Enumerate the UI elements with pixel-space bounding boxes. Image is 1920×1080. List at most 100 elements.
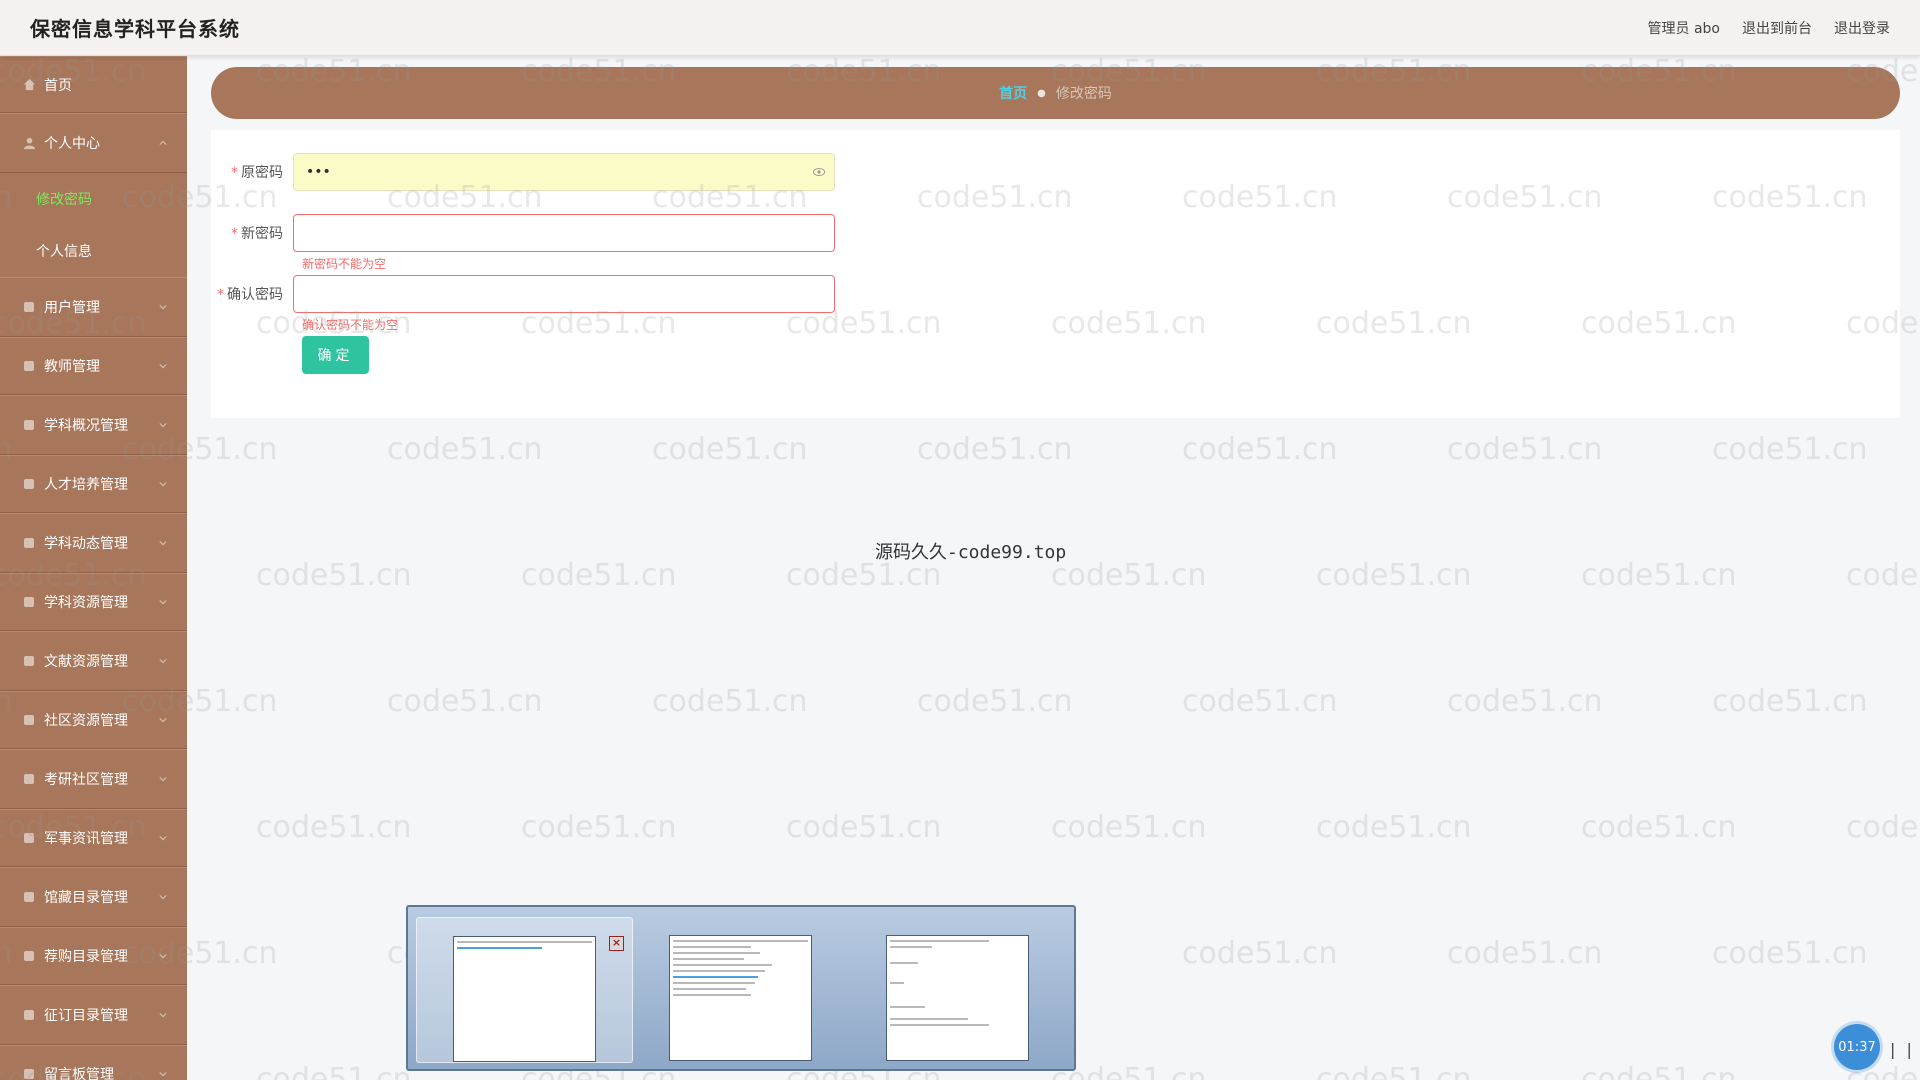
sidebar-menu-item[interactable]: 人才培养管理 (0, 455, 187, 513)
sidebar-menu-item[interactable]: 征订目录管理 (0, 985, 187, 1045)
change-password-panel: * 原密码 ••• * 新密码 新密码不能为空 * 确认密码 确认密码不能为空 确定 (211, 130, 1900, 418)
chevron-down-icon (159, 717, 167, 723)
menu-icon (22, 536, 36, 550)
new-password-label: * 新密码 (231, 226, 283, 242)
recording-timer[interactable]: 01:37 (1834, 1024, 1880, 1070)
confirm-password-input[interactable] (293, 275, 835, 313)
sidebar-item-home[interactable]: 首页 (0, 56, 187, 113)
sidebar-item-label: 馆藏目录管理 (44, 890, 128, 906)
menu-icon (22, 831, 36, 845)
watermark-text: code51.cn (1581, 558, 1737, 593)
chevron-down-icon (159, 1012, 167, 1018)
sidebar-item-label: 用户管理 (44, 300, 100, 316)
chevron-down-icon (159, 599, 167, 605)
new-password-row: * 新密码 (211, 214, 835, 252)
breadcrumb-separator-icon: ● (1037, 87, 1046, 99)
sidebar-item-label: 个人中心 (44, 136, 100, 152)
old-password-label: * 原密码 (231, 165, 283, 181)
chevron-down-icon (159, 1071, 167, 1077)
home-icon (22, 78, 36, 92)
menu-icon (22, 772, 36, 786)
exit-to-frontend-link[interactable]: 退出到前台 (1742, 18, 1812, 38)
user-icon (22, 136, 36, 150)
watermark-text: code51.cn (1316, 558, 1472, 593)
sidebar-menu-item[interactable]: 文献资源管理 (0, 631, 187, 691)
watermark-text: code51.cn (1447, 684, 1603, 719)
window-thumbnail[interactable] (850, 917, 1067, 1063)
thumbnail-preview (669, 935, 812, 1061)
sidebar-menu-item[interactable]: 留言板管理 (0, 1045, 187, 1080)
watermark-text: code51.cn (1712, 684, 1868, 719)
sidebar-item-label: 学科概况管理 (44, 418, 128, 434)
watermark-text: code51.cn (387, 684, 543, 719)
confirm-password-label: * 确认密码 (217, 287, 283, 303)
sidebar-menu-item[interactable]: 考研社区管理 (0, 749, 187, 809)
admin-user-label[interactable]: 管理员 abo (1648, 18, 1720, 38)
sidebar-item-label: 军事资讯管理 (44, 831, 128, 847)
old-password-input[interactable]: ••• (293, 153, 835, 191)
chevron-down-icon (159, 304, 167, 310)
watermark-text: code51.cn (1182, 936, 1338, 971)
chevron-down-icon (159, 658, 167, 664)
sidebar-menu-item[interactable]: 学科资源管理 (0, 573, 187, 631)
sidebar-item-label: 人才培养管理 (44, 477, 128, 493)
watermark-text: code51.cn (1712, 432, 1868, 467)
menu-icon (22, 1008, 36, 1022)
logout-link[interactable]: 退出登录 (1834, 18, 1890, 38)
sidebar-menu-item[interactable]: 荐购目录管理 (0, 927, 187, 985)
watermark-text: code51.cn (1051, 810, 1207, 845)
sidebar-item-label: 教师管理 (44, 359, 100, 375)
pause-icon[interactable]: | | (1890, 1040, 1915, 1059)
sidebar-subitem-change-password[interactable]: 修改密码 (0, 173, 187, 225)
watermark-text: code51.cn (256, 558, 412, 593)
chevron-down-icon (159, 363, 167, 369)
sidebar-menu-item[interactable]: 学科概况管理 (0, 395, 187, 455)
close-icon[interactable]: × (609, 936, 624, 951)
menu-icon (22, 477, 36, 491)
sidebar-menu-item[interactable]: 学科动态管理 (0, 513, 187, 573)
menu-icon (22, 359, 36, 373)
center-note: 源码久久-code99.top (875, 542, 1067, 563)
watermark-text: code51.cn (1581, 1062, 1737, 1080)
chevron-down-icon (159, 894, 167, 900)
confirm-password-error: 确认密码不能为空 (302, 318, 399, 332)
window-thumbnail[interactable]: × (416, 917, 633, 1063)
watermark-text: code51.cn (1846, 810, 1920, 845)
sidebar-item-label: 考研社区管理 (44, 772, 128, 788)
sidebar-menu-item[interactable]: 军事资讯管理 (0, 809, 187, 867)
sidebar-item-label: 荐购目录管理 (44, 949, 128, 965)
chevron-down-icon (159, 481, 167, 487)
new-password-input[interactable] (293, 214, 835, 252)
watermark-text: code51.cn (1846, 558, 1920, 593)
breadcrumb: 首页 ● 修改密码 (211, 67, 1900, 119)
sidebar-item-label: 征订目录管理 (44, 1008, 128, 1024)
thumbnail-preview (453, 936, 596, 1062)
sidebar-item-label: 文献资源管理 (44, 654, 128, 670)
eye-icon[interactable] (812, 165, 826, 179)
sidebar: 首页 个人中心 修改密码 个人信息 用户管理教师管理学科概况管理 人才培养管理学科… (0, 56, 187, 1080)
personal-center-submenu: 修改密码 个人信息 (0, 173, 187, 277)
chevron-down-icon (159, 835, 167, 841)
chevron-down-icon (159, 540, 167, 546)
watermark-text: code51.cn (652, 432, 808, 467)
sidebar-menu-item[interactable]: 社区资源管理 (0, 691, 187, 749)
breadcrumb-home-link[interactable]: 首页 (999, 83, 1027, 103)
watermark-text: code51.cn (1051, 558, 1207, 593)
sidebar-menu-item[interactable]: 教师管理 (0, 337, 187, 395)
submit-button[interactable]: 确定 (302, 336, 369, 374)
chevron-down-icon (159, 953, 167, 959)
sidebar-subitem-personal-info[interactable]: 个人信息 (0, 225, 187, 277)
old-password-row: * 原密码 ••• (211, 153, 835, 191)
watermark-text: code51.cn (256, 810, 412, 845)
sidebar-item-personal-center[interactable]: 个人中心 (0, 113, 187, 173)
sidebar-menu-item[interactable]: 馆藏目录管理 (0, 867, 187, 927)
watermark-text: code51.cn (1182, 432, 1338, 467)
window-thumbnail[interactable] (633, 917, 850, 1063)
watermark-text: code51.cn (1182, 684, 1338, 719)
menu-icon (22, 595, 36, 609)
sidebar-menu-item[interactable]: 用户管理 (0, 277, 187, 337)
watermark-text: code51.cn (387, 432, 543, 467)
chevron-down-icon (159, 776, 167, 782)
breadcrumb-current: 修改密码 (1055, 86, 1112, 102)
top-header: 保密信息学科平台系统 管理员 abo 退出到前台 退出登录 (0, 0, 1920, 56)
